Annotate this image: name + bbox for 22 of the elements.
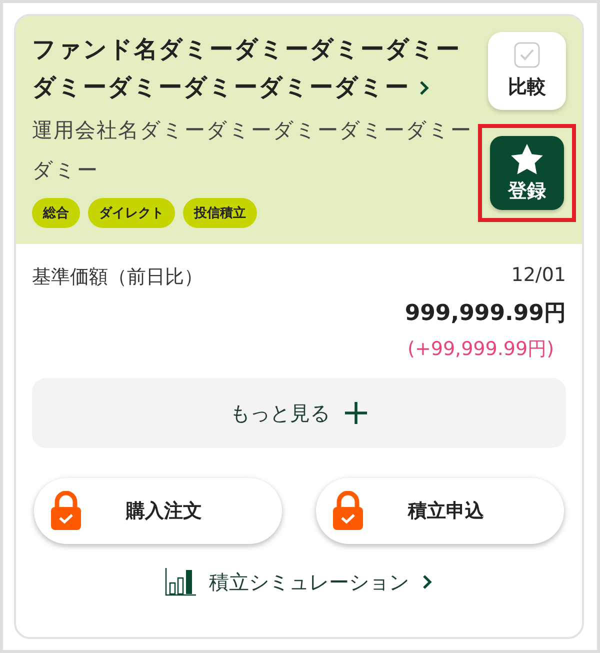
fund-name-link[interactable]: ファンド名ダミーダミーダミーダミーダミーダミーダミーダミーダミー [32, 30, 478, 106]
chevron-icon [421, 574, 433, 590]
register-button[interactable]: 登録 [490, 136, 564, 210]
more-button[interactable]: もっと見る [32, 378, 566, 448]
order-button[interactable]: 購入注文 [34, 478, 282, 544]
price-value: 999,999.99円 [404, 300, 566, 328]
lock-icon [50, 491, 82, 531]
lock-icon [332, 491, 364, 531]
price-change: (+99,999.99円) [406, 337, 555, 362]
plus-icon [344, 401, 368, 425]
order-button[interactable]: 積立申込 [316, 478, 564, 544]
chevron-icon [418, 80, 430, 96]
tag: ダイレクト [88, 198, 175, 228]
tag: 投信積立 [183, 198, 257, 228]
compare-button[interactable]: 比較 [488, 32, 566, 110]
bar-chart-icon [165, 568, 197, 596]
tag: 総合 [32, 198, 80, 228]
price-label: 基準価額（前日比） [32, 265, 203, 290]
star-icon [510, 142, 544, 176]
price-date: 12/01 [511, 264, 566, 288]
company-name: 運用会社名ダミーダミーダミーダミーダミーダミー [32, 117, 473, 184]
simulation-link[interactable]: 積立シミュレーション [32, 568, 566, 596]
